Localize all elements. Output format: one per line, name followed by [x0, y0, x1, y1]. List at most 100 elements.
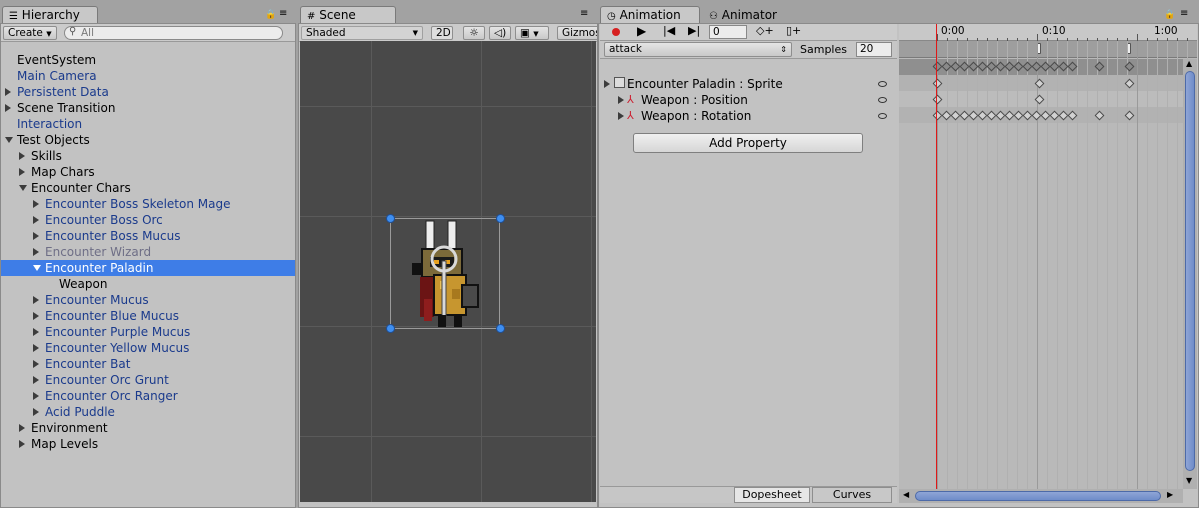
panel-menu-icon[interactable]: ≡ — [580, 8, 588, 19]
lock-icon[interactable]: 🔒 — [1164, 10, 1175, 20]
add-event-icon[interactable]: ▯+ — [786, 24, 801, 37]
property-row-position[interactable]: ⅄ Weapon : Position — [600, 92, 897, 108]
hierarchy-item[interactable]: Encounter Boss Skeleton Mage — [1, 196, 295, 212]
keyframe-icon[interactable] — [1067, 110, 1078, 121]
scroll-thumb[interactable] — [1185, 71, 1195, 471]
hierarchy-item[interactable]: Encounter Boss Mucus — [1, 228, 295, 244]
expand-arrow-icon[interactable] — [33, 344, 39, 352]
hierarchy-item[interactable]: Environment — [1, 420, 295, 436]
hierarchy-item[interactable]: Skills — [1, 148, 295, 164]
hierarchy-item[interactable]: Map Chars — [1, 164, 295, 180]
scroll-thumb[interactable] — [915, 491, 1161, 501]
clip-dropdown[interactable]: attack ⇕ — [604, 42, 792, 57]
hierarchy-item[interactable]: Encounter Wizard — [1, 244, 295, 260]
play-icon[interactable]: ▶ — [637, 24, 646, 38]
expand-arrow-icon[interactable] — [19, 424, 25, 432]
expand-arrow-icon[interactable] — [33, 232, 39, 240]
mode-2d-toggle[interactable]: 2D — [431, 26, 453, 40]
curves-tab[interactable]: Curves — [812, 487, 892, 503]
collapse-arrow-icon[interactable] — [19, 185, 27, 191]
hierarchy-item[interactable]: Acid Puddle — [1, 404, 295, 420]
expand-arrow-icon[interactable] — [604, 80, 610, 88]
record-button[interactable] — [612, 28, 620, 36]
hierarchy-item[interactable]: Scene Transition — [1, 100, 295, 116]
expand-arrow-icon[interactable] — [33, 216, 39, 224]
expand-arrow-icon[interactable] — [33, 200, 39, 208]
lock-icon[interactable]: 🔒 — [265, 10, 276, 20]
add-keyframe-icon[interactable]: ◇+ — [756, 24, 774, 37]
collapse-arrow-icon[interactable] — [33, 265, 41, 271]
tab-animation[interactable]: ◷ Animation — [600, 6, 700, 23]
expand-arrow-icon[interactable] — [33, 360, 39, 368]
hierarchy-item[interactable]: Test Objects — [1, 132, 295, 148]
hierarchy-item[interactable]: Encounter Bat — [1, 356, 295, 372]
panel-menu-icon[interactable]: ≡ — [1180, 8, 1188, 19]
hierarchy-item[interactable]: Encounter Paladin — [1, 260, 295, 276]
hierarchy-item[interactable]: Weapon — [1, 276, 295, 292]
scroll-down-icon[interactable]: ▼ — [1186, 476, 1192, 485]
tab-scene[interactable]: # Scene — [300, 6, 396, 23]
add-property-button[interactable]: Add Property — [633, 133, 863, 153]
next-keyframe-icon[interactable]: ▶| — [688, 24, 700, 37]
expand-arrow-icon[interactable] — [19, 152, 25, 160]
expand-arrow-icon[interactable] — [19, 168, 25, 176]
hierarchy-item[interactable]: Interaction — [1, 116, 295, 132]
keyframe-icon[interactable] — [1124, 110, 1135, 121]
hierarchy-item[interactable]: Encounter Blue Mucus — [1, 308, 295, 324]
rect-handle[interactable] — [496, 214, 505, 223]
keyframe-icon[interactable] — [1124, 61, 1135, 72]
keyframe-icon[interactable] — [1094, 61, 1105, 72]
dopesheet-area[interactable]: 0:00 0:10 1:00 ▲ ▼ — [899, 24, 1197, 489]
rect-handle[interactable] — [496, 324, 505, 333]
horizontal-scrollbar[interactable]: ◀ ▶ — [899, 489, 1183, 503]
hierarchy-item[interactable]: Encounter Boss Orc — [1, 212, 295, 228]
eye-icon[interactable] — [878, 97, 887, 103]
eye-icon[interactable] — [878, 81, 887, 87]
expand-arrow-icon[interactable] — [5, 104, 11, 112]
hierarchy-item[interactable]: Map Levels — [1, 436, 295, 452]
expand-arrow-icon[interactable] — [618, 96, 624, 104]
hierarchy-item[interactable]: EventSystem — [1, 52, 295, 68]
dopesheet-tab[interactable]: Dopesheet — [734, 487, 810, 503]
create-button[interactable]: Create ▼ — [3, 26, 57, 40]
gizmos-dropdown[interactable]: Gizmos — [557, 26, 597, 40]
keyframe-icon[interactable] — [932, 78, 943, 89]
hierarchy-item[interactable]: Persistent Data — [1, 84, 295, 100]
hierarchy-item[interactable]: Encounter Orc Grunt — [1, 372, 295, 388]
keyframe-icon[interactable] — [932, 94, 943, 105]
scroll-left-icon[interactable]: ◀ — [903, 490, 909, 499]
keyframe-icon[interactable] — [1034, 94, 1045, 105]
expand-arrow-icon[interactable] — [33, 392, 39, 400]
audio-toggle[interactable]: ◁) — [489, 26, 511, 40]
expand-arrow-icon[interactable] — [33, 296, 39, 304]
rect-handle[interactable] — [386, 324, 395, 333]
keyframe-icon[interactable] — [1124, 78, 1135, 89]
paladin-sprite[interactable] — [410, 219, 492, 329]
expand-arrow-icon[interactable] — [33, 328, 39, 336]
hierarchy-search-input[interactable]: ⚲ All — [64, 26, 283, 40]
effects-dropdown[interactable]: ▣ ▼ — [515, 26, 549, 40]
expand-arrow-icon[interactable] — [33, 312, 39, 320]
keyframe-icon[interactable] — [1067, 61, 1078, 72]
keyframe-icon[interactable] — [1034, 78, 1045, 89]
playhead[interactable] — [936, 24, 937, 489]
hierarchy-item[interactable]: Main Camera — [1, 68, 295, 84]
rect-handle[interactable] — [386, 214, 395, 223]
expand-arrow-icon[interactable] — [19, 440, 25, 448]
samples-field[interactable]: 20 — [856, 42, 892, 57]
property-row-rotation[interactable]: ⅄ Weapon : Rotation — [600, 108, 897, 124]
panel-menu-icon[interactable]: ≡ — [279, 8, 287, 19]
keyframe-icon[interactable] — [1094, 110, 1105, 121]
expand-arrow-icon[interactable] — [618, 112, 624, 120]
scroll-up-icon[interactable]: ▲ — [1186, 59, 1192, 68]
scene-viewport[interactable] — [300, 41, 596, 502]
lighting-toggle[interactable]: ☼ — [463, 26, 485, 40]
hierarchy-item[interactable]: Encounter Orc Ranger — [1, 388, 295, 404]
expand-arrow-icon[interactable] — [5, 88, 11, 96]
expand-arrow-icon[interactable] — [33, 376, 39, 384]
tab-hierarchy[interactable]: ☰ Hierarchy — [2, 6, 98, 23]
previous-keyframe-icon[interactable]: |◀ — [663, 24, 675, 37]
eye-icon[interactable] — [878, 113, 887, 119]
expand-arrow-icon[interactable] — [33, 408, 39, 416]
vertical-scrollbar[interactable]: ▲ ▼ — [1183, 59, 1197, 489]
